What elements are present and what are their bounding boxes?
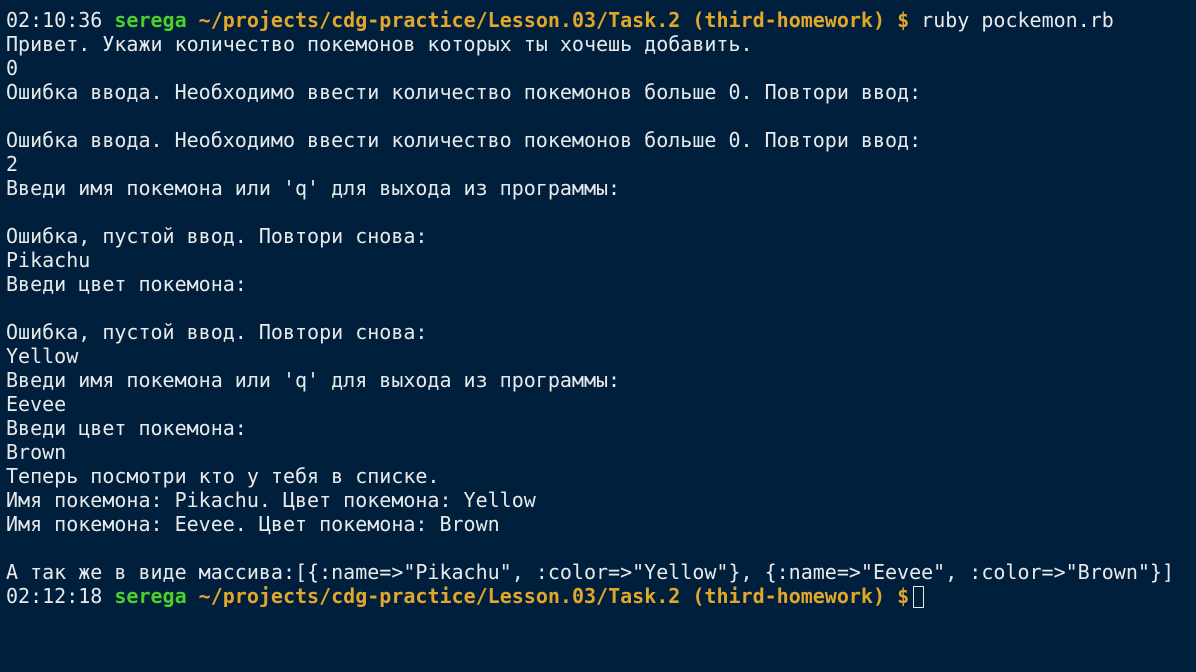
prompt-user: serega [114,8,187,32]
command-text: ruby pockemon.rb [921,8,1114,32]
output-line: Brown [6,440,67,464]
prompt-branch: (third-homework) [692,584,886,608]
prompt-user: serega [114,584,187,608]
prompt-path: ~/projects/cdg-practice/Lesson.03/Task.2 [198,584,681,608]
output-line: Yellow [6,344,79,368]
output-line: А так же в виде массива:[{:name=>"Pikach… [6,560,1174,584]
prompt-symbol: $ [897,8,910,32]
output-line: Eevee [6,392,67,416]
output-line: Ошибка ввода. Необходимо ввести количест… [6,128,922,152]
terminal-window[interactable]: 02:10:36 serega ~/projects/cdg-practice/… [0,0,1196,672]
prompt-branch: (third-homework) [692,8,886,32]
output-line: Ошибка, пустой ввод. Повтори снова: [6,224,428,248]
prompt-time: 02:10:36 [6,8,103,32]
output-line: Ошибка ввода. Необходимо ввести количест… [6,80,922,104]
prompt-line-current[interactable]: 02:12:18 serega ~/projects/cdg-practice/… [6,584,1196,608]
prompt-path: ~/projects/cdg-practice/Lesson.03/Task.2 [198,8,681,32]
output-line: Pikachu [6,248,91,272]
prompt-symbol: $ [897,584,910,608]
output-line: 0 [6,56,19,80]
output-line: Введи цвет покемона: [6,416,247,440]
prompt-time: 02:12:18 [6,584,103,608]
output-line: Имя покемона: Eevee. Цвет покемона: Brow… [6,512,500,536]
output-line: Введи цвет покемона: [6,272,247,296]
output-line: Имя покемона: Pikachu. Цвет покемона: Ye… [6,488,536,512]
output-line: Введи имя покемона или 'q' для выхода из… [6,176,621,200]
output-line: Теперь посмотри кто у тебя в списке. [6,464,440,488]
output-line: Привет. Укажи количество покемонов котор… [6,32,753,56]
text-cursor[interactable] [913,586,925,608]
prompt-line: 02:10:36 serega ~/projects/cdg-practice/… [6,8,1196,32]
output-line: Введи имя покемона или 'q' для выхода из… [6,368,621,392]
output-line: Ошибка, пустой ввод. Повтори снова: [6,320,428,344]
output-line: 2 [6,152,19,176]
